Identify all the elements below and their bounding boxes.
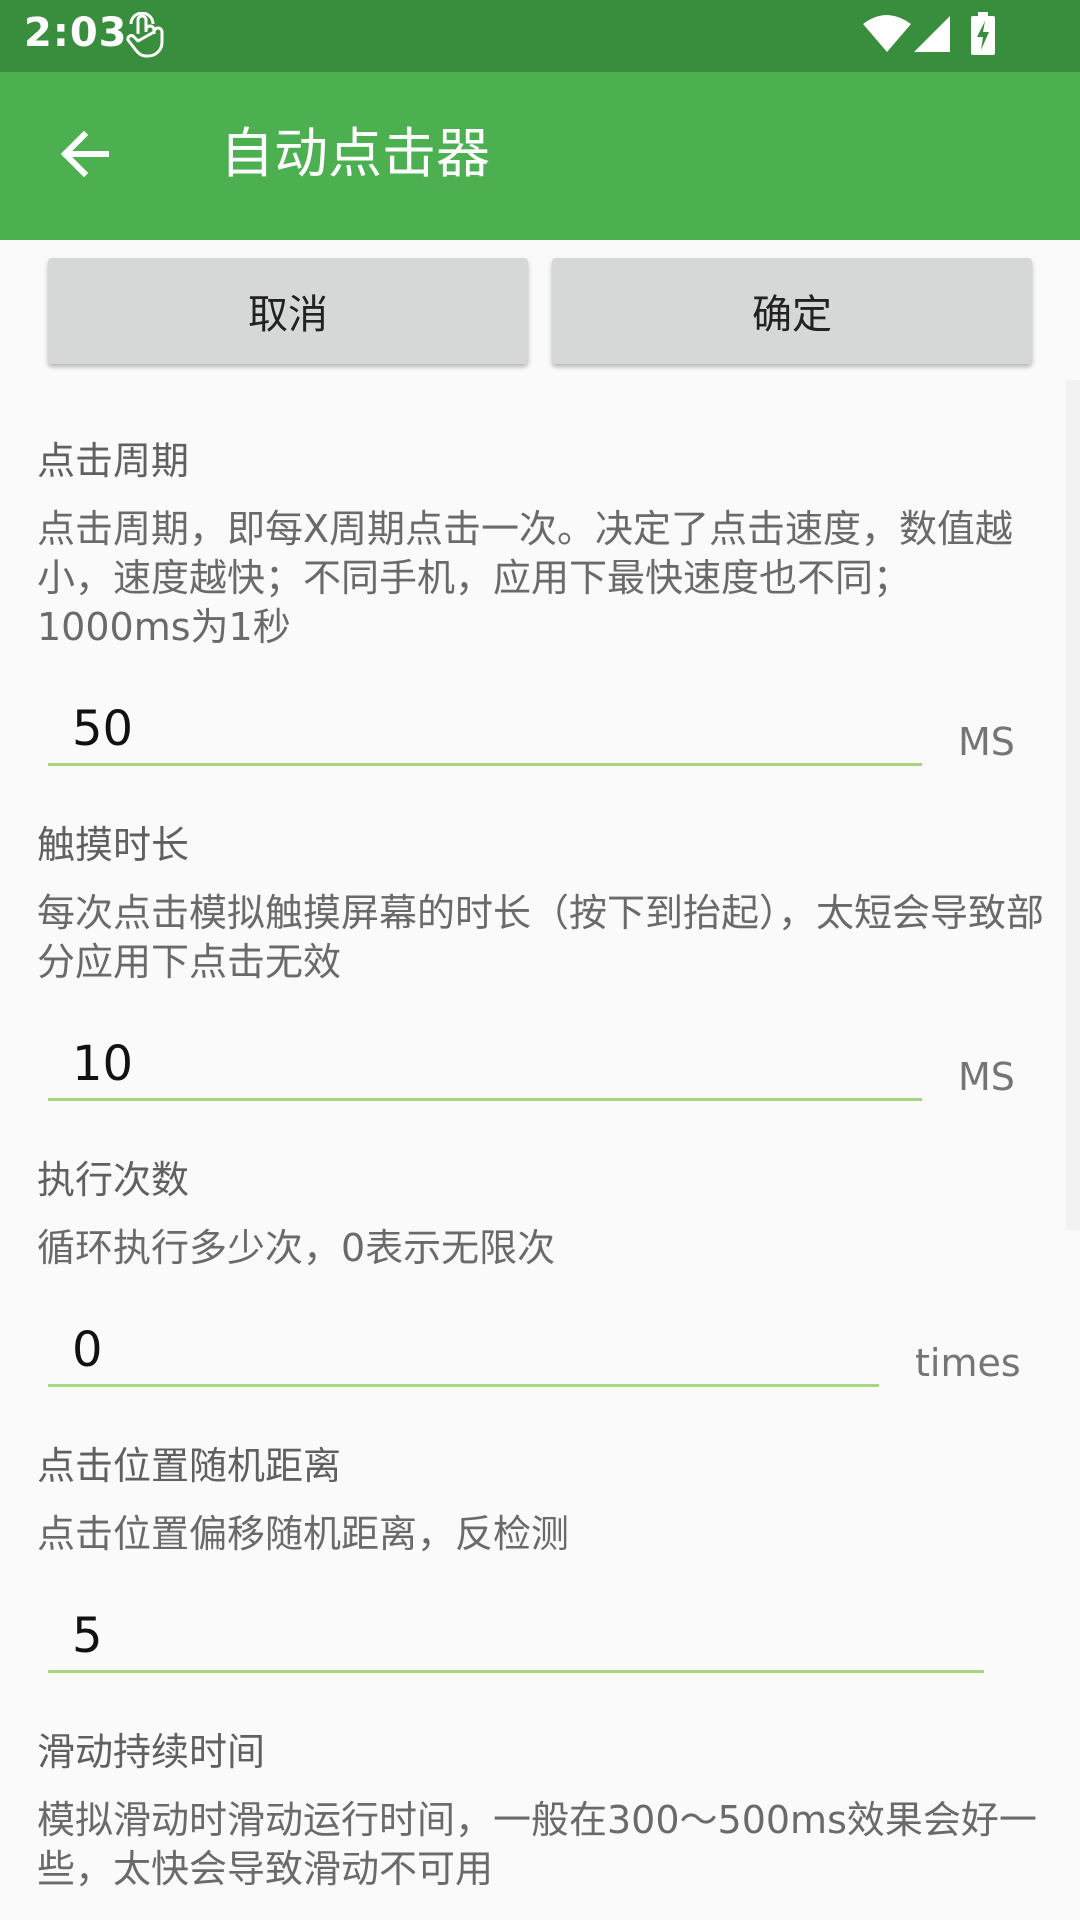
back-arrow-icon[interactable]	[56, 126, 112, 182]
repeat-count-unit: times	[915, 1341, 1021, 1385]
scroll-edge	[1066, 380, 1080, 1230]
section-desc-swipe-duration: 模拟滑动时滑动运行时间，一般在300～500ms效果会好一些，太快会导致滑动不可…	[37, 1798, 1037, 1891]
section-desc-touch-duration: 每次点击模拟触摸屏幕的时长（按下到抬起），太短会导致部分应用下点击无效	[37, 891, 1045, 984]
click-interval-input[interactable]	[48, 694, 922, 766]
status-bar: 2:03	[0, 0, 1080, 72]
section-title-swipe-duration: 滑动持续时间	[37, 1730, 266, 1774]
signal-icon	[914, 16, 950, 52]
confirm-button[interactable]: 确定	[552, 258, 1032, 364]
section-title-click-interval: 点击周期	[37, 439, 190, 483]
battery-icon	[971, 12, 995, 55]
app-bar: 自动点击器	[0, 72, 1080, 240]
section-title-touch-duration: 触摸时长	[37, 823, 190, 867]
section-title-random-offset: 点击位置随机距离	[37, 1444, 342, 1488]
section-desc-click-interval: 点击周期，即每X周期点击一次。决定了点击速度，数值越小，速度越快；不同手机，应用…	[37, 507, 1014, 649]
repeat-count-input[interactable]	[48, 1315, 879, 1387]
section-desc-repeat-count: 循环执行多少次，0表示无限次	[37, 1226, 556, 1270]
section-title-repeat-count: 执行次数	[37, 1158, 190, 1202]
status-time: 2:03	[24, 10, 128, 56]
section-desc-random-offset: 点击位置偏移随机距离，反检测	[37, 1512, 570, 1556]
touch-icon	[126, 12, 164, 58]
touch-duration-unit: MS	[958, 1055, 1015, 1099]
click-interval-unit: MS	[958, 720, 1015, 764]
cancel-button[interactable]: 取消	[48, 258, 528, 364]
wifi-icon	[863, 15, 911, 52]
random-offset-input[interactable]	[48, 1601, 984, 1673]
touch-duration-input[interactable]	[48, 1029, 922, 1101]
app-title: 自动点击器	[220, 122, 490, 185]
